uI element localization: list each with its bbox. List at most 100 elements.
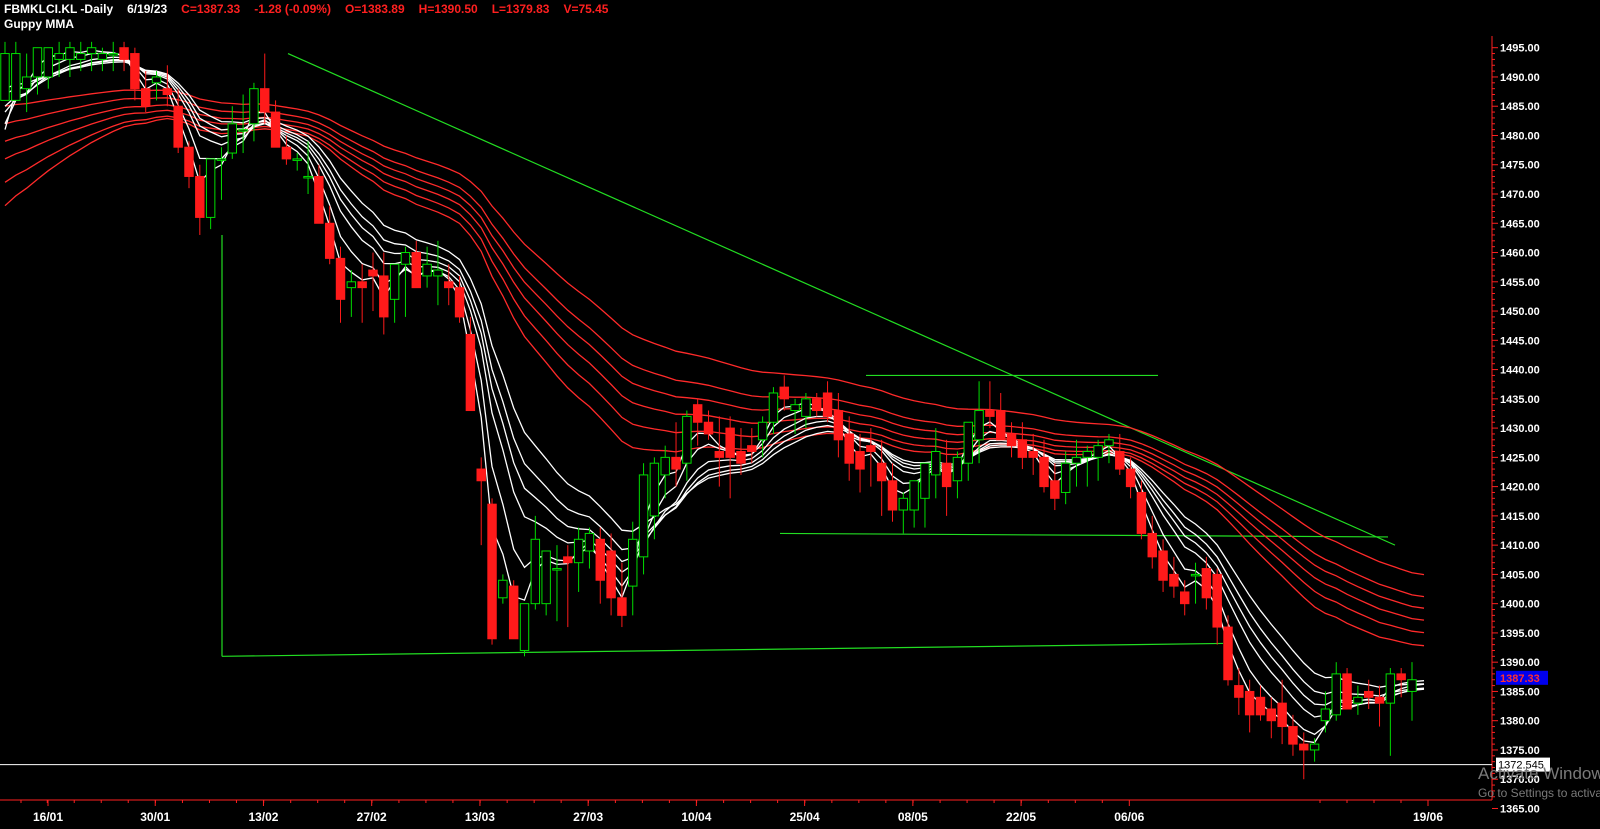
candle-body bbox=[498, 579, 508, 599]
candle-body bbox=[822, 392, 833, 417]
candle bbox=[1299, 732, 1309, 780]
date-axis: 16/01 30/01 13/02 27/02 13/03 27/03 10/04 25/04… bbox=[0, 799, 1492, 824]
candle-body bbox=[357, 281, 367, 289]
candle bbox=[270, 100, 281, 148]
candle-body bbox=[249, 88, 259, 125]
candle bbox=[1136, 480, 1147, 540]
candle-body bbox=[866, 445, 876, 453]
candle-body bbox=[790, 404, 800, 412]
candle bbox=[379, 252, 389, 335]
candle-body bbox=[573, 538, 584, 564]
watermark-subtitle: Go to Settings to activate Windows. bbox=[1478, 786, 1600, 800]
candle-body bbox=[920, 462, 930, 499]
candle bbox=[530, 515, 541, 610]
candle-body bbox=[335, 257, 346, 300]
candle-body bbox=[1039, 456, 1049, 488]
candle-body bbox=[703, 421, 714, 435]
date-tick-label: 08/05 bbox=[898, 810, 928, 824]
date-tick-label: 22/05 bbox=[1006, 810, 1036, 824]
date-tick-label: 06/06 bbox=[1114, 810, 1144, 824]
candle bbox=[985, 381, 995, 429]
candle bbox=[1353, 685, 1363, 715]
candle-body bbox=[855, 451, 865, 470]
price-tick-label: 1380.00 bbox=[1500, 716, 1540, 728]
candle-body bbox=[389, 263, 400, 300]
date-tick-label: 13/03 bbox=[465, 810, 495, 824]
candle-body bbox=[898, 497, 909, 511]
price-tick-label: 1430.00 bbox=[1500, 423, 1540, 435]
candle-body bbox=[649, 462, 660, 517]
candle bbox=[1288, 714, 1298, 756]
open-value: O=1383.89 bbox=[344, 2, 405, 16]
candle bbox=[920, 462, 930, 528]
candle-body bbox=[1299, 743, 1309, 751]
candle-body bbox=[1223, 626, 1233, 681]
candle bbox=[1320, 691, 1331, 733]
candle-body bbox=[0, 53, 10, 101]
candle-body bbox=[1266, 708, 1277, 722]
candle bbox=[692, 398, 703, 446]
candle bbox=[628, 521, 638, 616]
candle-body bbox=[1234, 685, 1244, 698]
candle bbox=[476, 457, 486, 546]
candle bbox=[335, 246, 346, 323]
candle-body bbox=[411, 252, 421, 289]
candle bbox=[822, 381, 833, 423]
candle-body bbox=[963, 421, 973, 464]
candle-body bbox=[76, 53, 86, 60]
candle-body bbox=[909, 480, 919, 511]
candle-body bbox=[757, 421, 768, 441]
candle bbox=[1374, 685, 1385, 727]
candle bbox=[433, 240, 443, 306]
candle-body bbox=[1060, 462, 1071, 493]
symbol-label: FBMKLCI.KL -Daily bbox=[4, 2, 114, 16]
candle-body bbox=[552, 568, 562, 571]
candle bbox=[249, 82, 259, 142]
candle-body bbox=[617, 597, 627, 616]
candle bbox=[130, 47, 140, 101]
candle bbox=[487, 498, 497, 645]
price-tick-label: 1475.00 bbox=[1500, 160, 1540, 172]
candle bbox=[162, 65, 173, 107]
candle-body bbox=[433, 269, 443, 277]
candle bbox=[801, 392, 811, 429]
candle bbox=[812, 392, 822, 417]
candle bbox=[1115, 433, 1125, 475]
candle-body bbox=[140, 88, 151, 107]
candle bbox=[1255, 685, 1266, 721]
candle bbox=[963, 421, 973, 481]
candle-body bbox=[1374, 696, 1385, 704]
candle bbox=[1277, 679, 1287, 745]
candle-body bbox=[1136, 491, 1147, 534]
price-chart[interactable]: 1495.00 1490.00 1485.00 1480.00 1475.00 1470.… bbox=[0, 0, 1600, 829]
trendline-middle-horizontal bbox=[779, 532, 1389, 538]
date-tick-label: 27/03 bbox=[573, 810, 603, 824]
long-term-mma bbox=[4, 89, 1425, 647]
candle-body bbox=[1331, 673, 1341, 716]
candle-body bbox=[108, 53, 118, 56]
candle-body bbox=[368, 269, 378, 277]
candle-body bbox=[324, 222, 335, 259]
candle-body bbox=[1071, 456, 1082, 464]
candle bbox=[952, 451, 963, 499]
candle bbox=[498, 574, 508, 604]
price-tick-label: 1480.00 bbox=[1500, 130, 1540, 142]
candle-body bbox=[941, 462, 952, 488]
candle bbox=[1093, 439, 1103, 481]
candle bbox=[43, 47, 54, 89]
candle-body bbox=[162, 88, 173, 96]
candle bbox=[1212, 568, 1222, 645]
price-tick-label: 1495.00 bbox=[1500, 43, 1540, 55]
candle-body bbox=[65, 47, 75, 60]
price-tick-label: 1485.00 bbox=[1500, 101, 1540, 113]
candle-body bbox=[173, 105, 183, 148]
candle-body bbox=[379, 275, 389, 318]
candle bbox=[1017, 422, 1028, 470]
price-tick-label: 1385.00 bbox=[1500, 686, 1540, 698]
short-mma-12 bbox=[4, 59, 1425, 697]
candle-body bbox=[714, 451, 725, 458]
candle-body bbox=[303, 175, 313, 179]
candle-body bbox=[195, 175, 205, 218]
candle-body bbox=[465, 333, 476, 412]
candle-body bbox=[86, 47, 97, 55]
